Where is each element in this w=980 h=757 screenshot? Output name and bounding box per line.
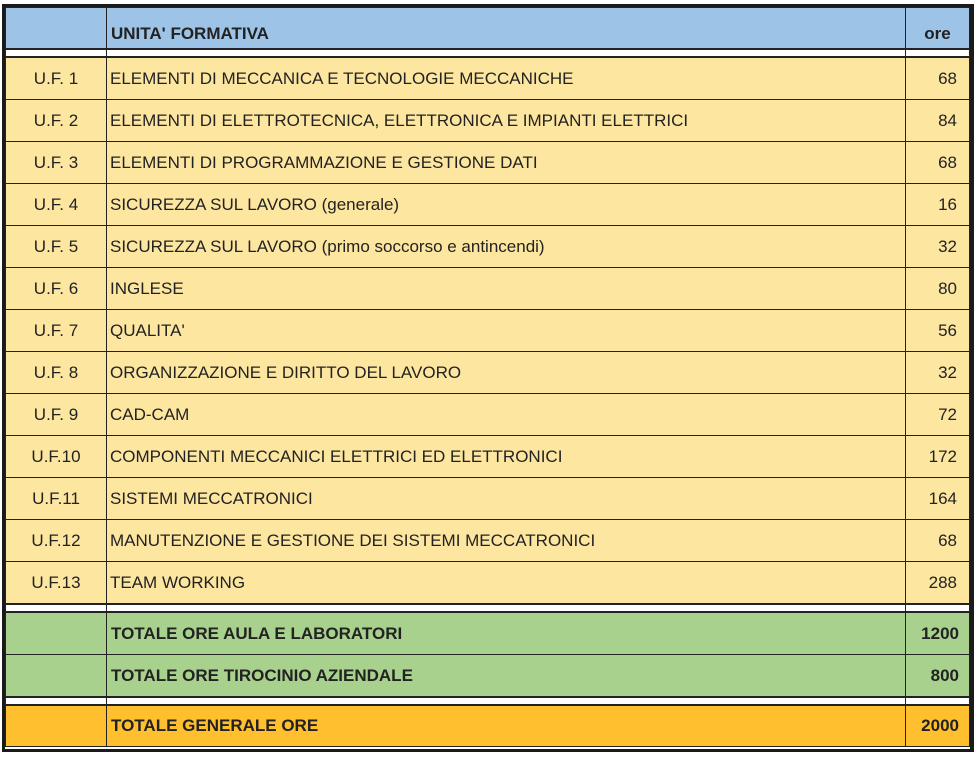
header-hours-label: ore — [905, 7, 970, 50]
subtotal-empty-cell — [5, 611, 107, 655]
unit-hours: 32 — [905, 351, 970, 394]
separator-row — [5, 48, 970, 58]
unit-row: U.F. 4 SICUREZZA SUL LAVORO (generale) 16 — [5, 183, 970, 226]
unit-code: U.F. 8 — [5, 351, 107, 394]
unit-row: U.F. 7 QUALITA' 56 — [5, 309, 970, 352]
unit-code: U.F. 5 — [5, 225, 107, 268]
unit-name: SICUREZZA SUL LAVORO (primo soccorso e a… — [106, 225, 906, 268]
unit-hours: 172 — [905, 435, 970, 478]
subtotal-empty-cell — [5, 654, 107, 698]
unit-name: MANUTENZIONE E GESTIONE DEI SISTEMI MECC… — [106, 519, 906, 562]
subtotal-label: TOTALE ORE AULA E LABORATORI — [106, 611, 906, 655]
separator-cell — [5, 696, 107, 706]
unit-row: U.F. 9 CAD-CAM 72 — [5, 393, 970, 436]
unit-code: U.F. 6 — [5, 267, 107, 310]
subtotal-label: TOTALE ORE TIROCINIO AZIENDALE — [106, 654, 906, 698]
header-row: UNITA' FORMATIVA ore — [5, 7, 970, 50]
separator-cell — [905, 48, 970, 58]
unit-code: U.F. 3 — [5, 141, 107, 184]
separator-cell — [5, 48, 107, 58]
training-hours-table-frame: UNITA' FORMATIVA ore U.F. 1 ELEMENTI DI M… — [2, 4, 974, 752]
separator-cell — [5, 603, 107, 613]
unit-row: U.F.10 COMPONENTI MECCANICI ELETTRICI ED … — [5, 435, 970, 478]
unit-hours: 84 — [905, 99, 970, 142]
unit-name: INGLESE — [106, 267, 906, 310]
separator-cell — [106, 603, 906, 613]
unit-row: U.F.13 TEAM WORKING 288 — [5, 561, 970, 605]
unit-hours: 16 — [905, 183, 970, 226]
unit-code: U.F. 9 — [5, 393, 107, 436]
unit-row: U.F. 5 SICUREZZA SUL LAVORO (primo soccor… — [5, 225, 970, 268]
separator-row — [5, 696, 970, 706]
unit-code: U.F. 7 — [5, 309, 107, 352]
unit-code: U.F.13 — [5, 561, 107, 605]
grand-total-empty-cell — [5, 704, 107, 747]
unit-code: U.F.10 — [5, 435, 107, 478]
unit-hours: 80 — [905, 267, 970, 310]
unit-hours: 72 — [905, 393, 970, 436]
separator-cell — [905, 603, 970, 613]
unit-row: U.F. 2 ELEMENTI DI ELETTROTECNICA, ELETTR… — [5, 99, 970, 142]
grand-total-hours: 2000 — [905, 704, 970, 747]
unit-row: U.F. 3 ELEMENTI DI PROGRAMMAZIONE E GESTI… — [5, 141, 970, 184]
unit-name: ELEMENTI DI MECCANICA E TECNOLOGIE MECCA… — [106, 56, 906, 100]
unit-name: CAD-CAM — [106, 393, 906, 436]
subtotal-row: TOTALE ORE TIROCINIO AZIENDALE 800 — [5, 654, 970, 698]
subtotal-row: TOTALE ORE AULA E LABORATORI 1200 — [5, 611, 970, 655]
unit-name: SISTEMI MECCATRONICI — [106, 477, 906, 520]
unit-row: U.F. 8 ORGANIZZAZIONE E DIRITTO DEL LAVOR… — [5, 351, 970, 394]
unit-code: U.F. 4 — [5, 183, 107, 226]
separator-cell — [106, 696, 906, 706]
unit-name: QUALITA' — [106, 309, 906, 352]
unit-row: U.F.11 SISTEMI MECCATRONICI 164 — [5, 477, 970, 520]
unit-row: U.F. 6 INGLESE 80 — [5, 267, 970, 310]
unit-hours: 68 — [905, 519, 970, 562]
separator-cell — [905, 696, 970, 706]
separator-cell — [106, 48, 906, 58]
unit-hours: 68 — [905, 56, 970, 100]
unit-name: SICUREZZA SUL LAVORO (generale) — [106, 183, 906, 226]
unit-name: ELEMENTI DI ELETTROTECNICA, ELETTRONICA … — [106, 99, 906, 142]
unit-hours: 288 — [905, 561, 970, 605]
subtotal-hours: 1200 — [905, 611, 970, 655]
unit-hours: 32 — [905, 225, 970, 268]
unit-name: ELEMENTI DI PROGRAMMAZIONE E GESTIONE DA… — [106, 141, 906, 184]
unit-hours: 56 — [905, 309, 970, 352]
unit-code: U.F.12 — [5, 519, 107, 562]
unit-hours: 164 — [905, 477, 970, 520]
unit-name: ORGANIZZAZIONE E DIRITTO DEL LAVORO — [106, 351, 906, 394]
unit-row: U.F. 1 ELEMENTI DI MECCANICA E TECNOLOGIE… — [5, 56, 970, 100]
unit-code: U.F. 2 — [5, 99, 107, 142]
grand-total-row: TOTALE GENERALE ORE 2000 — [5, 704, 970, 747]
unit-row: U.F.12 MANUTENZIONE E GESTIONE DEI SISTEM… — [5, 519, 970, 562]
subtotal-hours: 800 — [905, 654, 970, 698]
unit-code: U.F.11 — [5, 477, 107, 520]
unit-name: TEAM WORKING — [106, 561, 906, 605]
unit-name: COMPONENTI MECCANICI ELETTRICI ED ELETTR… — [106, 435, 906, 478]
separator-row — [5, 603, 970, 613]
header-unit-label: UNITA' FORMATIVA — [106, 7, 906, 50]
grand-total-label: TOTALE GENERALE ORE — [106, 704, 906, 747]
unit-code: U.F. 1 — [5, 56, 107, 100]
header-code-cell — [5, 7, 107, 50]
unit-hours: 68 — [905, 141, 970, 184]
training-hours-table: UNITA' FORMATIVA ore U.F. 1 ELEMENTI DI M… — [5, 7, 970, 747]
